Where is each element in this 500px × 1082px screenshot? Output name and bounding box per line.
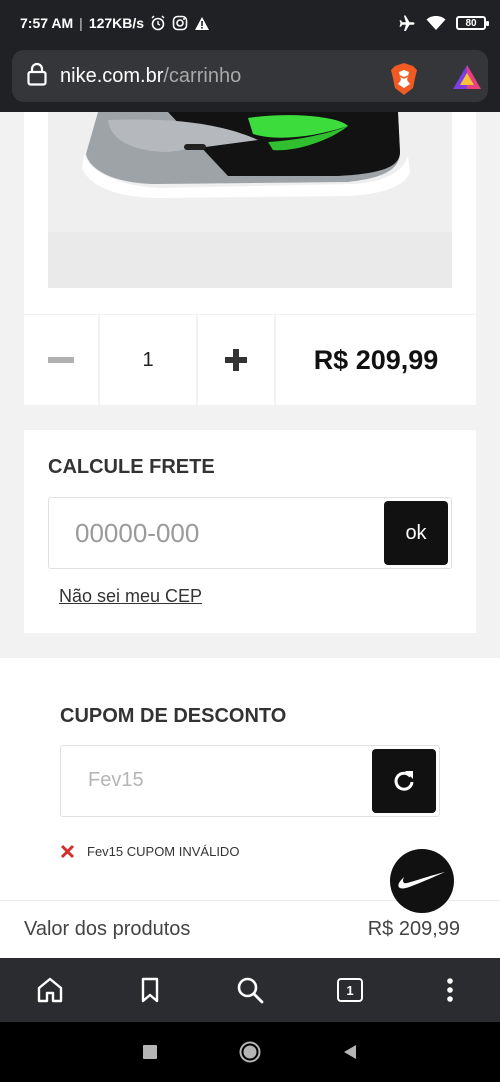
- shipping-card: CALCULE FRETE 00000-000 ok Não sei meu C…: [24, 430, 476, 633]
- shoe-image: [48, 112, 452, 288]
- nike-chat-button[interactable]: [390, 849, 454, 913]
- cart-page: 1 R$ 209,99 CALCULE FRETE 00000-000 ok N…: [0, 112, 500, 958]
- home-nav-icon[interactable]: [239, 1041, 261, 1063]
- coupon-title: CUPOM DE DESCONTO: [60, 705, 287, 727]
- error-x-icon: [60, 844, 75, 859]
- recents-icon[interactable]: [143, 1045, 157, 1059]
- product-card: [24, 112, 476, 314]
- more-vert-icon: [447, 978, 453, 1002]
- status-divider: |: [79, 15, 83, 31]
- coupon-error-text: Fev15 CUPOM INVÁLIDO: [87, 844, 240, 859]
- item-price: R$ 209,99: [313, 344, 439, 375]
- instagram-icon: [172, 15, 188, 31]
- calculate-shipping-button[interactable]: ok: [384, 501, 448, 565]
- products-total-value: R$ 209,99: [367, 917, 460, 940]
- product-image[interactable]: [48, 112, 452, 288]
- url-path: /carrinho: [163, 64, 242, 87]
- increase-quantity-button[interactable]: [198, 315, 276, 405]
- search-button[interactable]: [225, 965, 275, 1015]
- network-speed: 127KB/s: [88, 15, 145, 31]
- airplane-mode-icon: [398, 15, 416, 31]
- url-domain: nike.com.br: [60, 64, 164, 87]
- status-time: 7:57 AM: [20, 15, 74, 31]
- home-button[interactable]: [25, 965, 75, 1015]
- coupon-section: CUPOM DE DESCONTO Fev15 Fev15 CUPOM INVÁ…: [0, 658, 500, 958]
- coupon-error: Fev15 CUPOM INVÁLIDO: [60, 844, 239, 859]
- browser-toolbar: 1: [0, 958, 500, 1022]
- shipping-title: CALCULE FRETE: [48, 456, 215, 478]
- home-icon: [37, 977, 63, 1003]
- coupon-input[interactable]: Fev15: [88, 769, 144, 792]
- back-icon[interactable]: [343, 1044, 357, 1060]
- system-nav-bar: [0, 1022, 500, 1082]
- alarm-icon: [150, 15, 166, 31]
- quantity-row: 1 R$ 209,99: [24, 315, 476, 405]
- plus-icon: [225, 349, 247, 371]
- status-bar: 7:57 AM | 127KB/s 80: [0, 0, 500, 46]
- lock-icon[interactable]: [26, 62, 48, 91]
- minus-icon: [48, 357, 74, 363]
- quantity-value[interactable]: 1: [100, 315, 198, 405]
- apply-coupon-button[interactable]: [372, 749, 436, 813]
- address-bar[interactable]: nike.com.br/carrinho: [12, 50, 488, 102]
- products-total-label: Valor dos produtos: [24, 917, 191, 940]
- nike-swoosh-icon: [398, 872, 445, 889]
- bookmark-icon: [141, 977, 159, 1003]
- bookmark-button[interactable]: [125, 965, 175, 1015]
- tab-count: 1: [337, 978, 363, 1002]
- coupon-field[interactable]: Fev15: [60, 745, 440, 817]
- search-icon: [237, 977, 264, 1004]
- url-text[interactable]: nike.com.br/carrinho: [60, 65, 241, 88]
- decrease-quantity-button[interactable]: [24, 315, 100, 405]
- cep-input[interactable]: 00000-000: [75, 518, 199, 549]
- wifi-icon: [426, 15, 446, 31]
- cep-field[interactable]: 00000-000 ok: [48, 497, 452, 569]
- browser-header: nike.com.br/carrinho: [0, 46, 500, 112]
- dont-know-cep-link[interactable]: Não sei meu CEP: [59, 586, 202, 607]
- tabs-button[interactable]: 1: [325, 965, 375, 1015]
- brave-shields-icon[interactable]: [389, 62, 419, 101]
- warning-icon: [194, 16, 210, 31]
- refresh-icon: [394, 771, 414, 791]
- battery-icon: 80: [456, 16, 489, 30]
- menu-button[interactable]: [425, 965, 475, 1015]
- brave-rewards-icon[interactable]: [452, 64, 482, 95]
